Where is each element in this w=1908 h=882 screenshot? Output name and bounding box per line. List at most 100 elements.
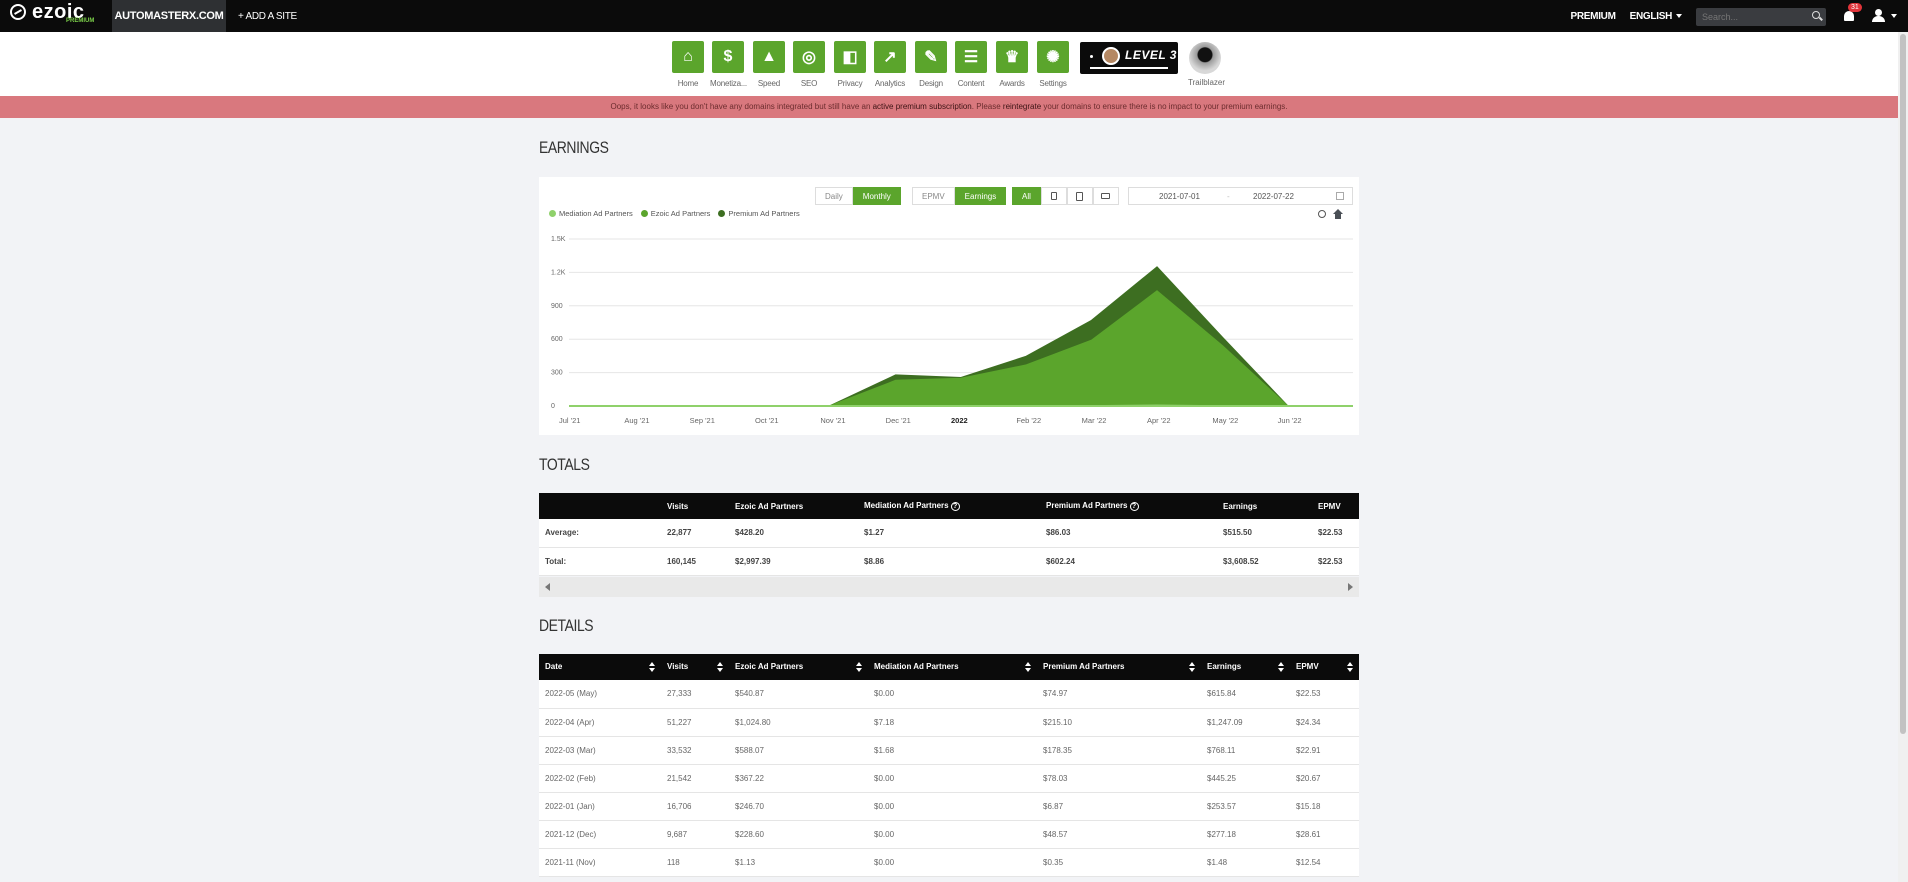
nav-item-seo[interactable]: ◎ SEO	[791, 41, 827, 88]
tablet-icon	[1076, 191, 1084, 201]
table-cell: 2022-02 (Feb)	[539, 764, 661, 793]
nav-item-speed[interactable]: ▲ Speed	[751, 41, 787, 88]
nav-item-analytics[interactable]: ↗ Analytics	[872, 41, 908, 88]
table-cell: 21,542	[661, 764, 729, 793]
search-input[interactable]	[1696, 7, 1826, 26]
epmv-button[interactable]: EPMV	[912, 187, 955, 205]
nav-item-label: Speed	[757, 79, 781, 88]
header-label: Earnings	[1207, 662, 1242, 671]
table-cell: $1,024.80	[729, 708, 868, 737]
notifications-button[interactable]: 31	[1842, 3, 1862, 23]
sort-icon[interactable]	[856, 662, 862, 672]
details-header-cell[interactable]: Date	[539, 654, 661, 680]
nav-item-label: Design	[919, 79, 943, 88]
table-cell: $1.48	[1201, 848, 1290, 877]
table-cell: 33,532	[661, 736, 729, 765]
table-cell: 2022-04 (Apr)	[539, 708, 661, 737]
earnings-chart-card: 1.5K 1.2K 900 600 300 0 Jul '21 Aug '21 Sep '21 O…	[539, 177, 1359, 435]
legend-item-premium[interactable]: Premium Ad Partners	[718, 209, 800, 218]
search-icon[interactable]	[1812, 10, 1820, 19]
details-header-cell[interactable]: Ezoic Ad Partners	[729, 654, 868, 680]
desktop-icon	[1101, 193, 1111, 199]
totals-horizontal-scrollbar[interactable]	[539, 577, 1359, 597]
nav-item-privacy[interactable]: ◧ Privacy	[832, 41, 868, 88]
sort-icon[interactable]	[1347, 662, 1353, 672]
nav-item-content[interactable]: ☰ Content	[953, 41, 989, 88]
site-tab[interactable]: AUTOMASTERX.COM	[112, 0, 226, 32]
scroll-right-arrow-icon[interactable]	[1348, 583, 1353, 591]
scroll-left-arrow-icon[interactable]	[545, 583, 550, 591]
trophy-icon: ♛	[996, 41, 1028, 73]
table-cell: $768.11	[1201, 736, 1290, 765]
alert-reintegrate-link[interactable]: reintegrate	[1003, 102, 1041, 111]
table-cell: $246.70	[729, 792, 868, 821]
nav-item-design[interactable]: ✎ Design	[913, 41, 949, 88]
help-icon[interactable]: ?	[1129, 501, 1139, 511]
table-cell: $228.60	[729, 820, 868, 849]
nav-item-home[interactable]: ⌂ Home	[670, 41, 706, 88]
x-tick-label: Oct '21	[755, 416, 779, 425]
earnings-button[interactable]: Earnings	[954, 187, 1007, 205]
table-cell: 2022-03 (Mar)	[539, 736, 661, 765]
help-icon[interactable]: ?	[950, 501, 960, 511]
mobile-icon	[1050, 192, 1057, 200]
ezoic-logo[interactable]: ezoic PREMIUM	[0, 0, 112, 32]
x-tick-label: Sep '21	[690, 416, 715, 425]
date-range-picker[interactable]: 2021-07-01 - 2022-07-22	[1128, 187, 1353, 205]
totals-cell: $602.24	[1040, 547, 1217, 576]
details-header-cell[interactable]: Earnings	[1201, 654, 1290, 680]
table-cell: $588.07	[729, 736, 868, 765]
sort-icon[interactable]	[1189, 662, 1195, 672]
zoom-icon[interactable]	[1318, 210, 1326, 218]
details-header-cell[interactable]: Visits	[661, 654, 729, 680]
rocket-icon: ▲	[753, 41, 785, 73]
tablet-button[interactable]	[1066, 187, 1093, 205]
premium-link[interactable]: PREMIUM	[1571, 11, 1616, 22]
reset-zoom-home-icon[interactable]	[1333, 209, 1343, 219]
language-dropdown[interactable]: ENGLISH	[1630, 11, 1682, 22]
details-header-cell[interactable]: Premium Ad Partners	[1037, 654, 1201, 680]
sort-icon[interactable]	[717, 662, 723, 672]
details-header-cell[interactable]: EPMV	[1290, 654, 1359, 680]
scrollbar-thumb[interactable]	[1900, 34, 1906, 734]
totals-header-epmv: EPMV	[1312, 493, 1359, 519]
trailblazer-badge[interactable]: Trailblazer	[1188, 42, 1225, 87]
header-label: EPMV	[1296, 662, 1319, 671]
sort-icon[interactable]	[649, 662, 655, 672]
table-cell: $12.54	[1290, 848, 1359, 877]
nav-item-awards[interactable]: ♛ Awards	[994, 41, 1030, 88]
table-row: 2022-04 (Apr) 51,227 $1,024.80 $7.18 $215.10…	[539, 708, 1359, 737]
mobile-button[interactable]	[1040, 187, 1067, 205]
daily-button[interactable]: Daily	[815, 187, 853, 205]
sort-icon[interactable]	[1025, 662, 1031, 672]
page-scrollbar[interactable]	[1898, 32, 1908, 882]
alert-text-pre: Oops, it looks like you don't have any d…	[610, 102, 873, 111]
alert-text-post: your domains to ensure there is no impac…	[1041, 102, 1288, 111]
all-devices-button[interactable]: All	[1012, 187, 1041, 205]
date-to[interactable]: 2022-07-22	[1253, 192, 1294, 201]
calendar-icon[interactable]	[1336, 192, 1344, 200]
header-label: Mediation Ad Partners	[864, 501, 949, 511]
sort-icon[interactable]	[1278, 662, 1284, 672]
magnifier-icon: ◎	[793, 41, 825, 73]
legend-item-mediation[interactable]: Mediation Ad Partners	[549, 209, 633, 218]
date-separator: -	[1227, 192, 1230, 201]
period-toggle: Daily Monthly	[815, 187, 901, 205]
monthly-button[interactable]: Monthly	[852, 187, 901, 205]
app-nav-bar: ⌂ Home $ Monetiza... ▲ Speed ◎ SEO ◧ Privacy ↗ Anal…	[0, 32, 1908, 96]
shield-icon: ◧	[834, 41, 866, 73]
nav-item-settings[interactable]: ✺ Settings	[1035, 41, 1071, 88]
y-tick-label: 1.2K	[551, 269, 566, 276]
nav-item-monetiza[interactable]: $ Monetiza...	[710, 41, 747, 88]
level-badge[interactable]: LEVEL 3	[1080, 42, 1178, 74]
table-cell: $215.10	[1037, 708, 1201, 737]
document-icon: ☰	[955, 41, 987, 73]
add-site-link[interactable]: + ADD A SITE	[238, 11, 297, 22]
language-label: ENGLISH	[1629, 10, 1673, 22]
details-header-cell[interactable]: Mediation Ad Partners	[868, 654, 1037, 680]
legend-item-ezoic[interactable]: Ezoic Ad Partners	[640, 209, 710, 218]
totals-cell: $22.53	[1312, 547, 1359, 576]
user-menu[interactable]	[1872, 9, 1897, 23]
date-from[interactable]: 2021-07-01	[1159, 192, 1200, 201]
desktop-button[interactable]	[1092, 187, 1119, 205]
